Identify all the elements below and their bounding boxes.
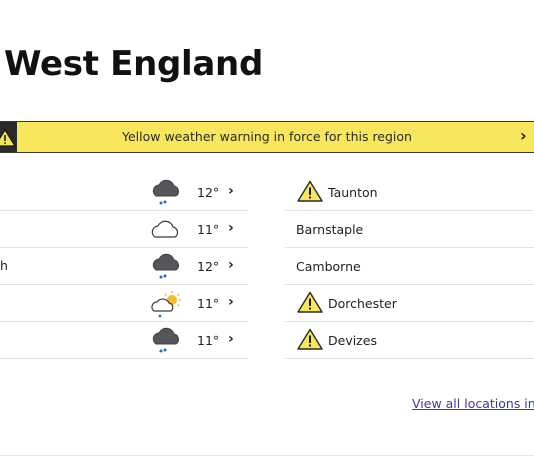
forecast-row[interactable]: Dorchester (285, 285, 534, 322)
chevron-right-icon: › (228, 183, 234, 199)
forecast-row[interactable]: h 12° › (0, 248, 248, 285)
chevron-right-icon: › (228, 294, 234, 310)
location-name: Camborne (296, 259, 361, 274)
location-name: Barnstaple (296, 222, 364, 237)
location-name: h (0, 258, 8, 273)
temperature: 12° (197, 259, 220, 274)
page-title: West England (4, 44, 263, 84)
location-name: Taunton (328, 185, 378, 200)
cloud-icon (151, 220, 179, 238)
forecast-list-right: Taunton Barnstaple Camborne Dorchester D… (285, 174, 534, 359)
forecast-row[interactable]: 11° › (0, 322, 248, 359)
chevron-right-icon: › (228, 331, 234, 347)
view-all-locations-link[interactable]: View all locations in S (412, 396, 534, 411)
forecast-row[interactable]: 11° › (0, 211, 248, 248)
forecast-row[interactable]: Camborne (285, 248, 534, 285)
sun-cloud-rain-icon (151, 291, 181, 318)
warning-triangle-icon (297, 180, 323, 202)
forecast-row[interactable]: Taunton (285, 174, 534, 211)
forecast-row[interactable]: 12° › (0, 174, 248, 211)
chevron-right-icon: › (520, 126, 527, 145)
temperature: 11° (197, 333, 220, 348)
temperature: 12° (197, 185, 220, 200)
chevron-right-icon: › (228, 257, 234, 273)
forecast-row[interactable]: Barnstaple (285, 211, 534, 248)
location-name: Dorchester (328, 296, 397, 311)
forecast-row[interactable]: Devizes (285, 322, 534, 359)
warning-triangle-icon (297, 328, 323, 350)
temperature: 11° (197, 296, 220, 311)
location-name: Devizes (328, 333, 377, 348)
weather-warning-banner[interactable]: Yellow weather warning in force for this… (0, 121, 534, 153)
forecast-list-left: 12° › 11° › h 12° › 11° › 11° › (0, 174, 248, 359)
warning-triangle-icon (297, 291, 323, 313)
divider (0, 455, 534, 456)
warning-text: Yellow weather warning in force for this… (122, 129, 412, 144)
forecast-row[interactable]: 11° › (0, 285, 248, 322)
heavy-rain-cloud-icon (152, 179, 179, 205)
chevron-right-icon: › (228, 220, 234, 236)
heavy-rain-cloud-icon (152, 253, 179, 279)
temperature: 11° (197, 222, 220, 237)
heavy-rain-cloud-icon (152, 327, 179, 353)
